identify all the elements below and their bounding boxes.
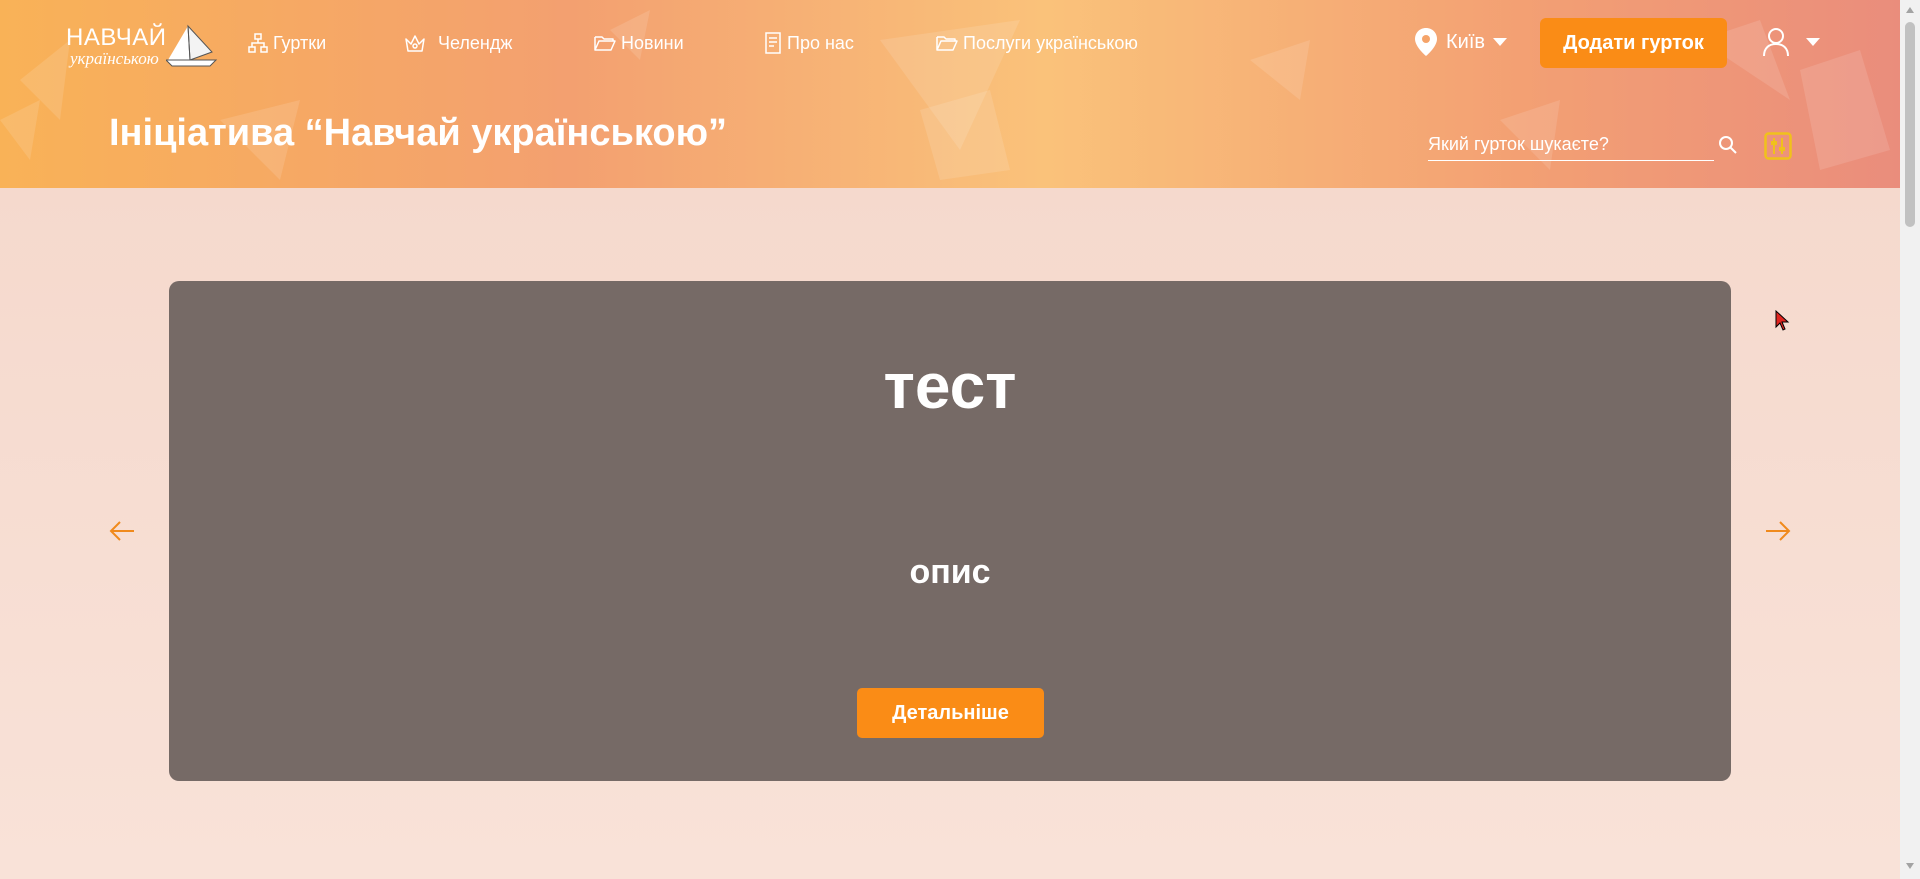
caret-down-icon <box>1493 38 1508 46</box>
city-selector[interactable]: Київ <box>1414 24 1508 60</box>
document-icon <box>765 32 781 54</box>
crown-icon <box>405 35 425 52</box>
folder-icon <box>594 36 616 51</box>
search-input[interactable] <box>1428 128 1714 161</box>
site-header: НАВЧАЙ українською Гуртки Челендж Новини <box>0 0 1900 188</box>
nav-item-clubs[interactable]: Гуртки <box>248 28 326 58</box>
nav-label-challenge: Челендж <box>438 32 513 53</box>
nav-label-clubs: Гуртки <box>273 32 327 53</box>
logo-text-line2: українською <box>70 49 159 68</box>
city-label: Київ <box>1446 30 1486 53</box>
search-icon[interactable] <box>1718 135 1738 155</box>
scroll-up-arrow-icon[interactable] <box>1905 6 1915 14</box>
banner-description: опис <box>909 553 991 591</box>
logo-text-line1: НАВЧАЙ <box>66 24 167 51</box>
filter-settings-icon[interactable] <box>1764 132 1792 160</box>
banner-title: тест <box>883 350 1017 422</box>
nav-label-about: Про нас <box>787 32 854 53</box>
nav-item-services[interactable]: Послуги українською <box>936 28 1138 58</box>
nav-label-news: Новини <box>621 32 684 53</box>
carousel-next-arrow-icon[interactable] <box>1764 519 1792 543</box>
nav-item-about[interactable]: Про нас <box>764 28 854 58</box>
site-logo[interactable]: НАВЧАЙ українською <box>66 20 222 70</box>
caret-down-icon <box>1806 38 1820 46</box>
carousel-prev-arrow-icon[interactable] <box>108 519 136 543</box>
paper-boat-logo-icon <box>166 24 218 67</box>
sitemap-icon <box>248 33 268 53</box>
folder-icon <box>936 36 958 51</box>
add-club-button[interactable]: Додати гурток <box>1540 18 1727 68</box>
nav-label-services: Послуги українською <box>963 32 1138 53</box>
nav-item-news[interactable]: Новини <box>594 28 684 58</box>
vertical-scrollbar[interactable] <box>1900 0 1920 879</box>
mouse-cursor-icon <box>1775 310 1790 331</box>
banner-card: тест опис Детальніше <box>169 281 1731 781</box>
page-title: Ініціатива “Навчай українською” <box>109 112 728 154</box>
nav-item-challenge[interactable]: Челендж <box>404 28 512 58</box>
location-pin-icon <box>1415 28 1437 56</box>
user-icon <box>1763 28 1789 57</box>
scroll-down-arrow-icon[interactable] <box>1905 862 1915 870</box>
scrollbar-thumb[interactable] <box>1905 22 1915 227</box>
user-menu[interactable] <box>1762 24 1834 60</box>
details-button[interactable]: Детальніше <box>857 688 1044 738</box>
